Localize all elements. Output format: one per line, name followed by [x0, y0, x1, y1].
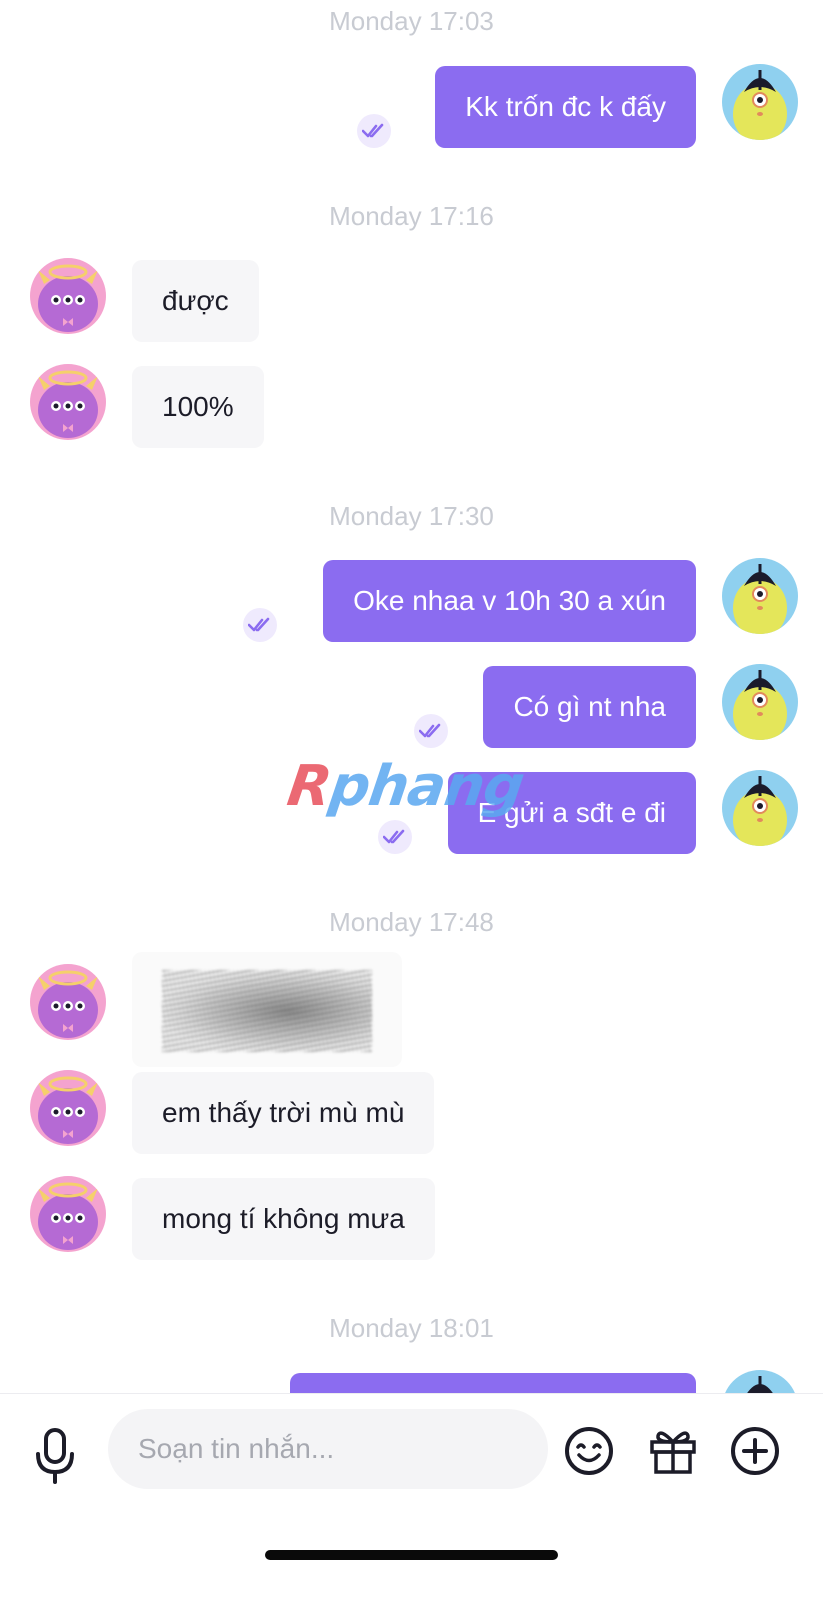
- contact-avatar[interactable]: [30, 258, 106, 334]
- my-avatar[interactable]: [722, 64, 798, 140]
- redaction-scribble: [162, 970, 372, 1052]
- message-bubble-outgoing[interactable]: Kk trốn đc k đấy: [435, 66, 696, 148]
- message-bubble-outgoing[interactable]: Có gì nt nha: [483, 666, 696, 748]
- contact-avatar[interactable]: [30, 964, 106, 1040]
- contact-avatar[interactable]: [30, 1176, 106, 1252]
- read-receipt-icon: [243, 608, 277, 642]
- my-avatar[interactable]: [722, 664, 798, 740]
- message-bubble-incoming[interactable]: mong tí không mưa: [132, 1178, 435, 1260]
- contact-avatar[interactable]: [30, 364, 106, 440]
- timestamp: Monday 17:48: [329, 907, 494, 937]
- message-composer: [0, 1393, 823, 1599]
- gift-icon[interactable]: [646, 1424, 700, 1478]
- message-input[interactable]: [108, 1409, 548, 1489]
- emoji-icon[interactable]: [562, 1424, 616, 1478]
- message-bubble-outgoing[interactable]: Oke nhaa v 10h 30 a xún: [323, 560, 696, 642]
- watermark-logo: Rphang: [283, 754, 528, 819]
- timestamp: Monday 18:01: [329, 1313, 494, 1343]
- message-bubble-incoming[interactable]: 100%: [132, 366, 264, 448]
- message-bubble-incoming[interactable]: được: [132, 260, 259, 342]
- my-avatar[interactable]: [722, 770, 798, 846]
- contact-avatar[interactable]: [30, 1070, 106, 1146]
- plus-circle-icon[interactable]: [728, 1424, 782, 1478]
- read-receipt-icon: [357, 114, 391, 148]
- redacted-message[interactable]: [132, 952, 402, 1067]
- read-receipt-icon: [414, 714, 448, 748]
- timestamp: Monday 17:16: [329, 201, 494, 231]
- read-receipt-icon: [378, 820, 412, 854]
- message-bubble-incoming[interactable]: em thấy trời mù mù: [132, 1072, 435, 1154]
- home-indicator[interactable]: [265, 1550, 558, 1560]
- chat-thread[interactable]: Monday 17:03 Kk trốn đc k đấy Monday 17:…: [0, 0, 823, 1420]
- my-avatar[interactable]: [722, 558, 798, 634]
- timestamp: Monday 17:03: [329, 6, 494, 36]
- timestamp: Monday 17:30: [329, 501, 494, 531]
- microphone-icon[interactable]: [30, 1426, 80, 1486]
